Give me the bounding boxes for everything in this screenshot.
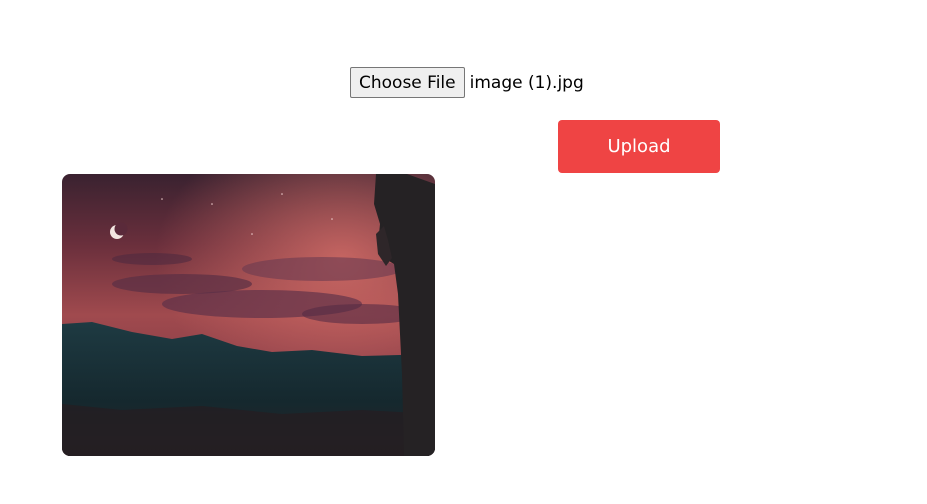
file-input[interactable]: Choose File image (1).jpg (350, 67, 584, 98)
selected-file-name: image (1).jpg (469, 72, 584, 93)
upload-button[interactable]: Upload (558, 120, 720, 173)
upload-page: Choose File image (1).jpg Upload (0, 0, 927, 504)
choose-file-button[interactable]: Choose File (350, 67, 465, 98)
preview-photo-icon (62, 174, 435, 456)
image-preview (62, 174, 435, 456)
